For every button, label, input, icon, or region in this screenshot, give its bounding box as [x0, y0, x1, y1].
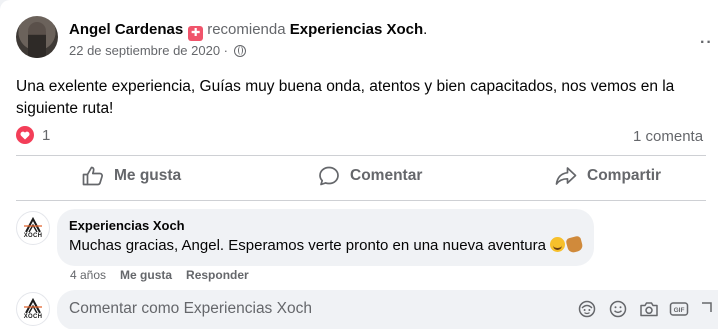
comment-bubble: Experiencias Xoch Muchas gracias, Angel.…: [57, 209, 594, 266]
reaction-count: 1: [42, 126, 51, 144]
post-card: Angel Cardenas ✚ recomienda Experiencias X…: [0, 0, 718, 329]
gif-icon[interactable]: GIF: [669, 300, 689, 318]
divider-top: [16, 155, 706, 156]
divider-bottom: [16, 200, 706, 201]
share-label: Compartir: [587, 167, 662, 184]
title-period: .: [423, 21, 428, 38]
post-date[interactable]: 22 de septiembre de 2020: [69, 43, 220, 58]
more-options-icon[interactable]: ··: [700, 34, 713, 52]
like-label: Me gusta: [114, 167, 182, 184]
smiling-face-emoji-icon: [549, 237, 565, 252]
comment-label: Comentar: [350, 167, 423, 184]
author-photo: [28, 22, 46, 58]
page-name[interactable]: Experiencias Xoch: [290, 21, 423, 38]
commenter-avatar[interactable]: XOCH: [16, 211, 50, 245]
globe-icon[interactable]: [233, 45, 246, 57]
composer-avatar-label: XOCH: [23, 314, 43, 320]
comment-like-link[interactable]: Me gusta: [120, 268, 172, 282]
camera-icon[interactable]: [639, 300, 659, 318]
post-header: Angel Cardenas ✚ recomienda Experiencias X…: [16, 16, 427, 58]
post-meta: 22 de septiembre de 2020 ·: [69, 43, 427, 58]
post-title-line: Angel Cardenas ✚ recomienda Experiencias X…: [69, 20, 427, 41]
comment-time[interactable]: 4 años: [70, 268, 106, 282]
comment-text: Muchas gracias, Angel. Esperamos verte p…: [69, 237, 546, 254]
meta-separator: ·: [220, 43, 232, 58]
comment-reply-link[interactable]: Responder: [186, 268, 249, 282]
comment-meta: 4 años Me gusta Responder: [70, 268, 263, 282]
share-icon: [555, 167, 577, 185]
emoji-icon[interactable]: [609, 300, 627, 318]
comment-button[interactable]: Comentar: [318, 166, 422, 186]
sticker-icon[interactable]: [699, 300, 713, 318]
comment-input[interactable]: [69, 300, 469, 318]
comments-count[interactable]: 1 comenta: [633, 128, 703, 145]
recommend-icon: ✚: [188, 26, 204, 41]
svg-text:GIF: GIF: [674, 307, 685, 314]
heart-icon: [16, 126, 34, 144]
like-button[interactable]: Me gusta: [82, 166, 181, 186]
avatar-sticker-icon[interactable]: [578, 300, 596, 318]
comment-author[interactable]: Experiencias Xoch: [69, 218, 582, 234]
post-text: Una exelente experiencia, Guías muy buen…: [16, 78, 675, 117]
comment-text-line: Muchas gracias, Angel. Esperamos verte p…: [69, 235, 584, 256]
thumbs-up-icon: [82, 166, 103, 186]
author-avatar[interactable]: [16, 16, 58, 58]
comment-icon: [319, 166, 339, 186]
composer-avatar[interactable]: XOCH: [16, 292, 50, 326]
commenter-avatar-label: XOCH: [23, 233, 43, 239]
reactions-summary[interactable]: 1: [16, 126, 50, 144]
header-text: Angel Cardenas ✚ recomienda Experiencias X…: [69, 16, 427, 58]
comment-composer: GIF: [57, 290, 718, 329]
author-name[interactable]: Angel Cardenas: [69, 21, 183, 38]
recommend-label: recomienda: [207, 21, 286, 38]
share-button[interactable]: Compartir: [555, 166, 661, 186]
sign-of-horns-emoji-icon: [565, 235, 584, 254]
